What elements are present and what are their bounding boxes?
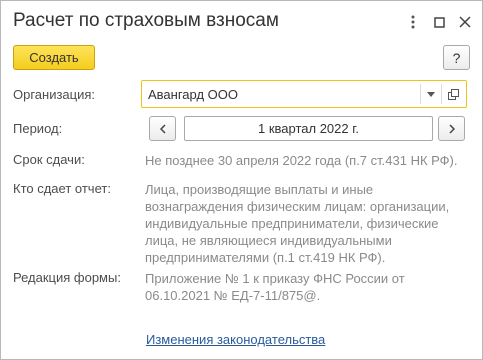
organization-dropdown-button[interactable]: [420, 84, 441, 104]
organization-label: Организация:: [13, 87, 96, 102]
window-controls: [400, 10, 478, 34]
chevron-left-icon: [159, 123, 166, 134]
period-label: Период:: [13, 121, 63, 136]
chevron-down-icon: [427, 91, 435, 97]
chevron-right-icon: [448, 123, 455, 134]
who-reports-value: Лица, производящие выплаты и иные вознаг…: [145, 181, 470, 266]
create-button[interactable]: Создать: [13, 45, 95, 70]
who-reports-line: вознаграждения физическим лицам: организ…: [145, 199, 450, 214]
period-next-button[interactable]: [438, 116, 465, 141]
close-button[interactable]: [452, 10, 478, 34]
form-edition-value: Приложение № 1 к приказу ФНС России от 0…: [145, 270, 470, 304]
who-reports-line: индивидуальные предприниматели, физическ…: [145, 216, 439, 231]
period-field[interactable]: 1 квартал 2022 г.: [184, 116, 433, 141]
close-icon: [459, 16, 471, 28]
organization-value: Авангард ООО: [148, 87, 238, 102]
legislation-changes-link[interactable]: Изменения законодательства: [146, 332, 325, 347]
window-title: Расчет по страховым взносам: [13, 10, 279, 31]
more-icon: [411, 15, 415, 29]
more-button[interactable]: [400, 10, 426, 34]
maximize-button[interactable]: [426, 10, 452, 34]
dialog-window: Расчет по страховым взносам Создать ? Ор…: [0, 0, 483, 360]
toolbar: Создать ?: [13, 45, 470, 71]
maximize-icon: [433, 16, 445, 28]
period-prev-button[interactable]: [149, 116, 176, 141]
who-reports-line: лица, не являющиеся индивидуальными: [145, 233, 392, 248]
who-reports-line: Лица, производящие выплаты и иные: [145, 182, 374, 197]
form-edition-label: Редакция формы:: [13, 270, 121, 285]
deadline-value: Не позднее 30 апреля 2022 года (п.7 ст.4…: [145, 153, 458, 168]
who-reports-line: предпринимателями (п.1 ст.419 НК РФ).: [145, 250, 386, 265]
title-bar: Расчет по страховым взносам: [1, 1, 482, 41]
organization-open-button[interactable]: [441, 84, 464, 104]
form-edition-line: Приложение № 1 к приказу ФНС России от: [145, 271, 405, 286]
open-link-icon: [447, 88, 459, 100]
deadline-label: Срок сдачи:: [13, 152, 85, 167]
who-reports-label: Кто сдает отчет:: [13, 181, 111, 196]
help-button[interactable]: ?: [443, 45, 470, 70]
organization-field[interactable]: Авангард ООО: [141, 80, 467, 108]
form-edition-line: 06.10.2021 № ЕД-7-11/875@.: [145, 288, 321, 303]
